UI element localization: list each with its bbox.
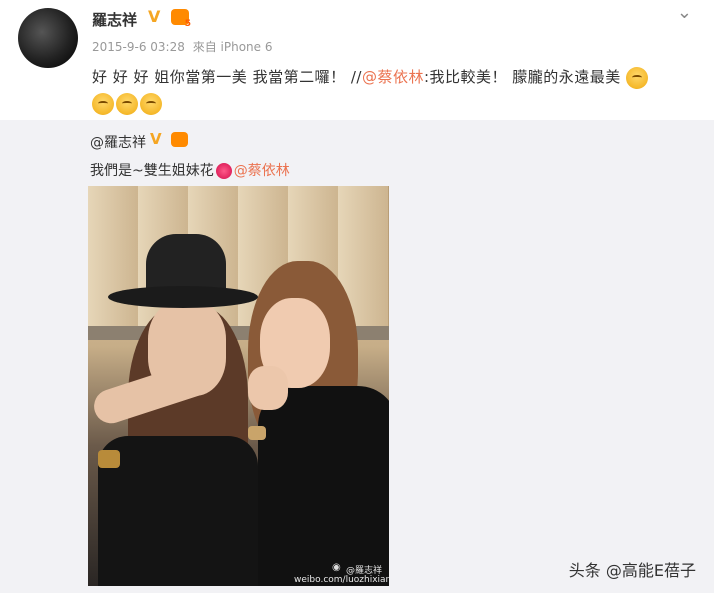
repost-verified-badge-icon: V — [150, 130, 162, 148]
repost-text: 我們是~雙生姐妹花 @蔡依林 — [90, 160, 290, 180]
wristwatch — [248, 426, 266, 440]
shush-face-emoji — [626, 66, 649, 89]
flower-icon — [215, 163, 232, 179]
person-hand — [248, 366, 288, 410]
repost-member-icon — [171, 132, 188, 147]
person-body — [98, 436, 258, 586]
username[interactable]: 羅志祥 — [92, 9, 137, 30]
weibo-member-icon — [171, 9, 191, 29]
post-text-part1: 好 好 好 姐你當第一美 我當第二囉！ // — [92, 68, 362, 86]
footer-watermark: 头条 @高能E蓓子 — [568, 561, 696, 580]
post-text-part2: :我比較美！ 朦朧的永遠最美 — [423, 68, 621, 86]
repost-author[interactable]: @羅志祥 — [90, 132, 146, 152]
mention-link[interactable]: @蔡依林 — [362, 68, 424, 86]
shy-face-emoji — [116, 92, 138, 115]
repost-text-prefix: 我們是~雙生姐妹花 — [90, 163, 214, 179]
shy-face-emoji — [140, 92, 162, 115]
repost-photo[interactable]: ◉ @羅志祥 weibo.com/luozhixiang — [88, 186, 389, 586]
shy-face-emoji — [92, 92, 114, 115]
repost-block[interactable]: @羅志祥 V 我們是~雙生姐妹花 @蔡依林 ◉ @羅志祥 weibo.com/l… — [0, 120, 714, 593]
post-timestamp[interactable]: 2015-9-6 03:28 — [92, 40, 185, 54]
weibo-watermark-icon: ◉ — [332, 562, 341, 573]
weibo-post: 羅志祥 V ⌄ 2015-9-6 03:28 來自 iPhone 6 好 好 好… — [0, 0, 714, 593]
post-text: 好 好 好 姐你當第一美 我當第二囉！ //@蔡依林:我比較美！ 朦朧的永遠最美 — [92, 64, 702, 116]
person-body — [258, 386, 389, 586]
post-meta: 2015-9-6 03:28 來自 iPhone 6 — [92, 38, 272, 55]
repost-mention-link[interactable]: @蔡依林 — [234, 163, 290, 179]
wristwatch — [98, 450, 120, 468]
hat-brim — [108, 286, 258, 308]
avatar[interactable] — [18, 8, 78, 68]
chevron-down-icon[interactable]: ⌄ — [677, 2, 692, 23]
photo-watermark-url: weibo.com/luozhixiang — [294, 575, 389, 585]
post-source: 來自 iPhone 6 — [192, 40, 273, 54]
verified-badge-icon: V — [148, 7, 161, 26]
